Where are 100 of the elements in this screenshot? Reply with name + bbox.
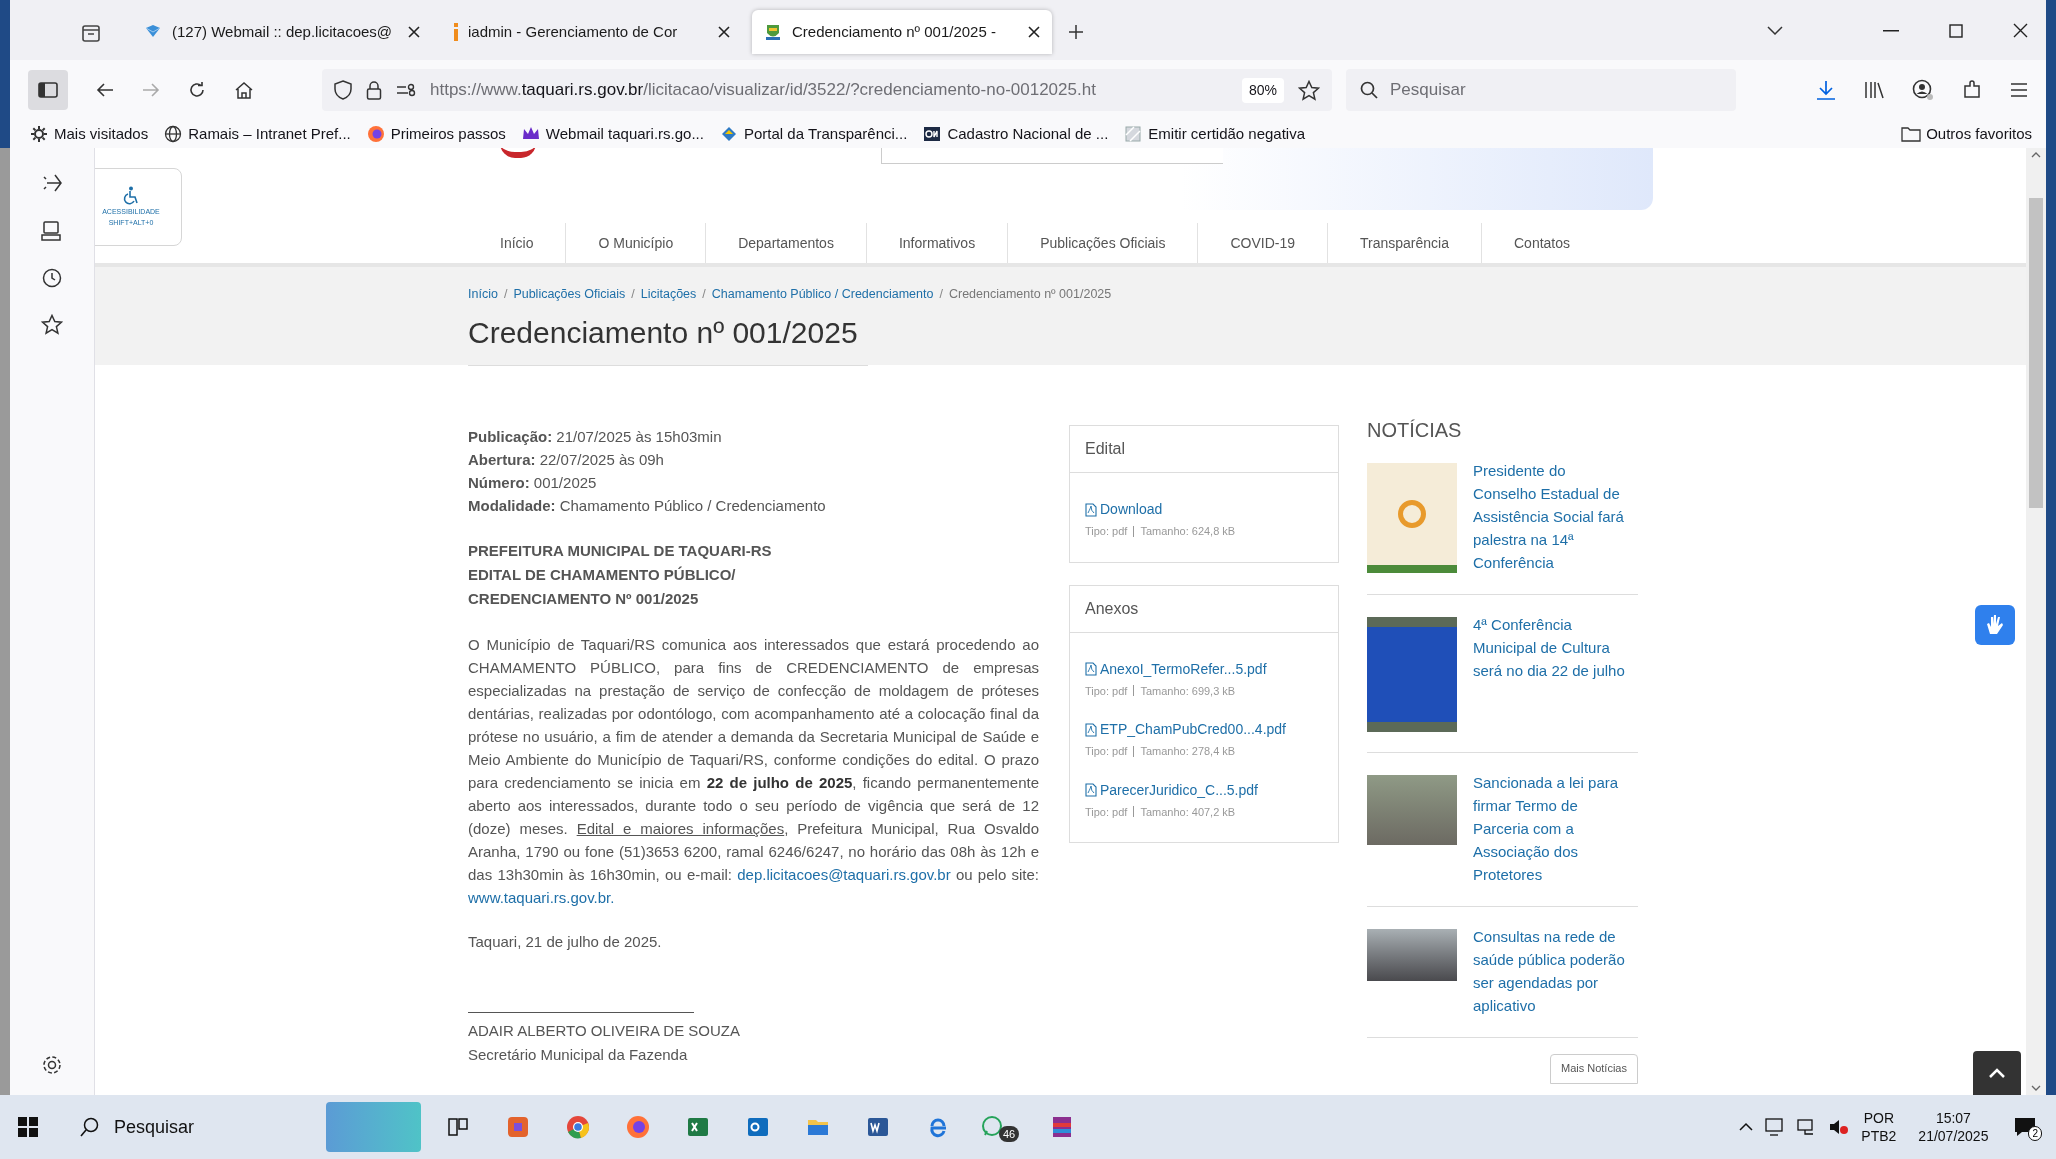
shield-icon[interactable] (334, 80, 352, 100)
nav-link[interactable]: Contatos (1482, 223, 1603, 263)
news-link[interactable]: Consultas na rede de saúde pública poderão ser agendadas por aplicativo (1473, 925, 1633, 1017)
sidebar-icon (38, 82, 58, 98)
maximize-icon[interactable] (1949, 24, 1963, 38)
browser-tab[interactable]: Credenciamento nº 001/2025 - (752, 10, 1052, 54)
search-icon (1360, 81, 1378, 99)
date-line: Taquari, 21 de julho de 2025. (468, 932, 663, 952)
scroll-up-icon[interactable] (2031, 152, 2041, 158)
tab-title: (127) Webmail :: dep.licitacoes@ (172, 21, 394, 42)
file-link[interactable]: ParecerJuridico_C...5.pdf (1085, 779, 1258, 801)
file-size: Tamanho: 624,8 kB (1140, 524, 1236, 539)
breadcrumb-current: Credenciamento nº 001/2025 (948, 286, 1112, 303)
menu-icon[interactable] (2010, 83, 2028, 97)
link[interactable]: dep.licitacoes@taquari.rs.gov.br (737, 866, 951, 883)
browser-tab[interactable]: iadmin - Gerenciamento de Cor (442, 10, 742, 54)
sidebar-toggle-button[interactable] (28, 70, 68, 110)
library-icon[interactable] (1864, 81, 1884, 99)
breadcrumb-separator: / (631, 286, 635, 303)
notice-paragraph: O Município de Taquari/RS comunica aos interessados que estará procedendo ao CHAMAMENTO PÚBLICO, para fins de CREDENCIAMENTO de empresas especializadas na prestação de serviço de confecção de moldagem de próteses dentárias, realizadas por odontólogo, com acompanhamento até a colocação final da prótese no usuário, a fim de atender a demanda da Secretaria Municipal de Saúde e Meio Ambiente do Município de Taquari/RS, conforme condições do edital. O prazo para credenciamento se inicia em 22 de julho de 2025, ficando permanentemente aberto aos interessados, durante todo o seu período de vigência que será de 12 (doze) meses. Edital e maiores informações, Prefeitura Municipal, Rua Osvaldo Aranha, 1790 ou fone (51)3653 6200, ramal 6246/6247, no horário das 08h às 12h e das 13h30min às 16h30min, ou e-mail: dep.licitacoes@taquari.rs.gov.br ou pelo site: www.taquari.rs.gov.br. (468, 635, 1039, 908)
back-to-top-button[interactable] (1973, 1051, 2021, 1095)
permissions-icon[interactable] (396, 83, 416, 97)
network-icon[interactable] (1765, 1118, 1786, 1136)
speaker-muted-icon[interactable] (1829, 1118, 1850, 1136)
news-link[interactable]: Presidente do Conselho Estadual de Assistência Social fará palestra na 14ª Conferência (1473, 459, 1633, 574)
new-tab-icon[interactable] (1068, 24, 1084, 40)
chevron-up-icon[interactable] (1739, 1122, 1754, 1132)
bookmark[interactable]: Emitir certidão negativa (1124, 122, 1306, 146)
bookmark[interactable]: Mais visitados (30, 122, 149, 146)
globe-icon (164, 125, 183, 143)
back-icon[interactable] (96, 82, 114, 98)
detail-line: Número: 001/2025 (468, 473, 598, 493)
notice-heading: PREFEITURA MUNICIPAL DE TAQUARI-RS (468, 541, 773, 561)
browser-tab[interactable]: (127) Webmail :: dep.licitacoes@ (132, 10, 432, 54)
breadcrumb-link[interactable]: Início (468, 285, 498, 304)
fox-logo-icon (626, 1115, 650, 1139)
scroll-down-icon[interactable] (2031, 1085, 2041, 1091)
other-bookmarks[interactable]: Outros favoritos (1901, 122, 2032, 146)
file-type: Tipo: pdf (1085, 524, 1128, 539)
scrollbar[interactable] (2026, 148, 2046, 1095)
scrollbar-thumb[interactable] (2029, 198, 2043, 508)
breadcrumb-link[interactable]: Publicações Oficiais (513, 285, 626, 304)
file-link[interactable]: AnexoI_TermoRefer...5.pdf (1085, 658, 1267, 680)
folder-icon (1901, 126, 1922, 142)
bookmark[interactable]: Ramais – Intranet Pref... (164, 122, 351, 146)
file-link[interactable]: ETP_ChamPubCred00...4.pdf (1085, 719, 1286, 740)
breadcrumb-link[interactable]: Chamamento Público / Credenciamento (711, 285, 934, 304)
tab-title: Credenciamento nº 001/2025 - (792, 21, 997, 42)
more-news-button[interactable]: Mais Notícias (1549, 1054, 1638, 1084)
notifications-button[interactable]: 2 (2014, 1113, 2042, 1141)
extensions-icon[interactable] (1962, 80, 1982, 100)
breadcrumb-separator: / (939, 286, 943, 303)
star-icon[interactable] (41, 314, 63, 335)
clock[interactable]: 15:07 21/07/2025 (1918, 1109, 1989, 1145)
info-icon (454, 23, 458, 41)
download-icon[interactable] (1816, 80, 1836, 100)
cnj-logo-icon (923, 125, 942, 143)
settings-icon[interactable] (42, 1055, 62, 1075)
close-icon[interactable] (408, 26, 420, 38)
bookmark[interactable]: Primeiros passos (366, 122, 506, 146)
tab-list-icon[interactable] (80, 22, 102, 44)
news-link[interactable]: 4ª Conferência Municipal de Cultura será no dia 22 de julho (1473, 613, 1633, 732)
pdf-file-icon (1085, 502, 1097, 517)
close-icon[interactable] (1028, 26, 1040, 38)
unread-badge: 46 (999, 1125, 1020, 1143)
account-icon[interactable] (1912, 79, 1934, 101)
task-view-icon (446, 1115, 470, 1139)
breadcrumb-link[interactable]: Licitações (640, 285, 697, 304)
bookmark[interactable]: Webmail taquari.rs.go... (521, 122, 704, 146)
link[interactable]: www.taquari.rs.gov.br. (468, 889, 615, 906)
taskbar-search[interactable]: Pesquisar (56, 1095, 326, 1159)
bookmark[interactable]: Cadastro Nacional de ... (923, 122, 1109, 146)
search-field[interactable] (881, 148, 1223, 164)
home-icon[interactable] (234, 81, 254, 99)
news-link[interactable]: Sancionada a lei para firmar Termo de Parceria com a Associação dos Protetores (1473, 771, 1633, 886)
search-field[interactable]: Pesquisar (1390, 72, 1710, 108)
signatory-role: Secretário Municipal da Fazenda (468, 1044, 689, 1065)
close-icon[interactable] (2013, 23, 2028, 38)
taskbar-app-button[interactable]: 46 (981, 1103, 1020, 1151)
chat-app-icon (981, 1115, 1005, 1139)
close-icon[interactable] (718, 26, 730, 38)
signatory-name: ADAIR ALBERTO OLIVEIRA DE SOUZA (468, 1020, 742, 1041)
history-icon[interactable] (42, 268, 62, 288)
star-icon[interactable] (1298, 79, 1320, 101)
lock-icon[interactable] (366, 80, 382, 100)
language-indicator[interactable]: POR PTB2 (1861, 1109, 1897, 1145)
mail-app-icon (746, 1115, 770, 1139)
pdf-file-icon (1085, 783, 1097, 797)
sign-language-button[interactable] (1975, 605, 2015, 645)
bookmark[interactable]: Portal da Transparênci... (719, 122, 908, 146)
chevron-down-icon[interactable] (1767, 26, 1783, 36)
windows-logo-icon (18, 1117, 38, 1137)
file-link[interactable]: Download (1085, 499, 1163, 520)
search-bar[interactable]: Pesquisar (1346, 69, 1736, 111)
minimize-icon[interactable] (1883, 30, 1899, 32)
address-bar[interactable]: https://www.taquari.rs.gov.br/licitacao/visualizar/id/3522/?credenciamento-no-0012025.ht 80% (322, 69, 1332, 111)
synced-devices-icon[interactable] (41, 220, 63, 242)
reload-icon[interactable] (188, 81, 206, 99)
wheelchair-icon (122, 186, 140, 207)
zoom-level-button[interactable]: 80% (1241, 77, 1284, 103)
